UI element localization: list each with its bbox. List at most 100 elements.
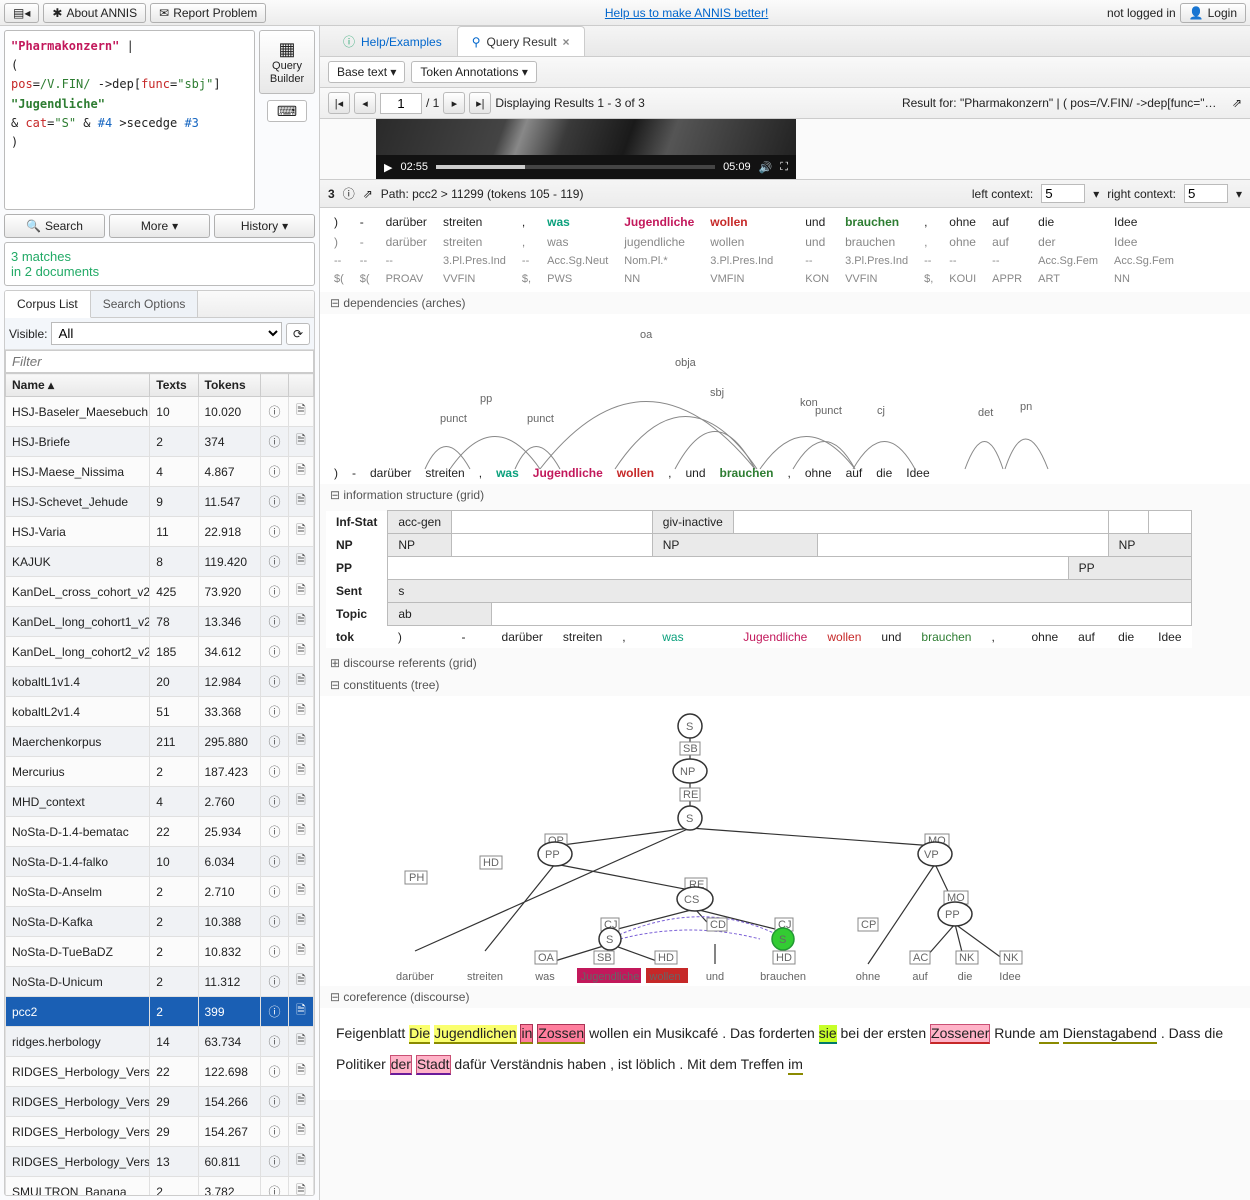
virtual-keyboard-button[interactable]: ⌨ bbox=[267, 100, 307, 122]
filter-input[interactable] bbox=[5, 350, 314, 373]
info-icon[interactable]: ⓘ bbox=[261, 1177, 289, 1196]
corpus-row[interactable]: SMULTRON_Banana23.782ⓘ🗎 bbox=[6, 1177, 314, 1196]
corpus-row[interactable]: NoSta-D-TueBaDZ210.832ⓘ🗎 bbox=[6, 937, 314, 967]
share-result-icon[interactable]: ⇗ bbox=[1232, 96, 1242, 110]
col-tokens[interactable]: Tokens bbox=[198, 374, 261, 397]
document-icon[interactable]: 🗎 bbox=[288, 877, 313, 907]
info-icon[interactable]: ⓘ bbox=[261, 877, 289, 907]
document-icon[interactable]: 🗎 bbox=[288, 1087, 313, 1117]
document-icon[interactable]: 🗎 bbox=[288, 637, 313, 667]
corpus-row[interactable]: RIDGES_Herbology_Version6.01360.811ⓘ🗎 bbox=[6, 1147, 314, 1177]
corpus-row[interactable]: NoSta-D-1.4-falko106.034ⓘ🗎 bbox=[6, 847, 314, 877]
play-icon[interactable]: ▶ bbox=[384, 161, 392, 174]
info-icon[interactable]: ⓘ bbox=[261, 727, 289, 757]
col-texts[interactable]: Texts bbox=[150, 374, 198, 397]
document-icon[interactable]: 🗎 bbox=[288, 907, 313, 937]
info-icon[interactable]: ⓘ bbox=[343, 185, 355, 202]
info-icon[interactable]: ⓘ bbox=[261, 637, 289, 667]
info-icon[interactable]: ⓘ bbox=[261, 487, 289, 517]
video-progress[interactable] bbox=[436, 165, 715, 169]
info-icon[interactable]: ⓘ bbox=[261, 427, 289, 457]
tab-help[interactable]: ⓘHelp/Examples bbox=[328, 26, 457, 56]
pager-next[interactable]: ▸ bbox=[443, 92, 465, 114]
section-discourse-referents[interactable]: discourse referents (grid) bbox=[320, 652, 1250, 674]
volume-icon[interactable]: 🔊 bbox=[759, 161, 773, 174]
corpus-row[interactable]: pcc22399ⓘ🗎 bbox=[6, 997, 314, 1027]
caret-down-icon[interactable]: ▾ bbox=[1236, 187, 1242, 201]
search-button[interactable]: 🔍Search bbox=[4, 214, 105, 238]
info-icon[interactable]: ⓘ bbox=[261, 847, 289, 877]
document-icon[interactable]: 🗎 bbox=[288, 967, 313, 997]
more-button[interactable]: More▾ bbox=[109, 214, 210, 238]
info-icon[interactable]: ⓘ bbox=[261, 607, 289, 637]
document-icon[interactable]: 🗎 bbox=[288, 817, 313, 847]
document-icon[interactable]: 🗎 bbox=[288, 697, 313, 727]
info-icon[interactable]: ⓘ bbox=[261, 397, 289, 427]
pager-first[interactable]: |◂ bbox=[328, 92, 350, 114]
info-icon[interactable]: ⓘ bbox=[261, 577, 289, 607]
corpus-row[interactable]: ridges.herbology1463.734ⓘ🗎 bbox=[6, 1027, 314, 1057]
info-icon[interactable]: ⓘ bbox=[261, 1147, 289, 1177]
info-icon[interactable]: ⓘ bbox=[261, 967, 289, 997]
corpus-row[interactable]: KAJUK8119.420ⓘ🗎 bbox=[6, 547, 314, 577]
corpus-row[interactable]: NoSta-D-Kafka210.388ⓘ🗎 bbox=[6, 907, 314, 937]
corpus-row[interactable]: KanDeL_long_cohort1_v2015.05.187813.346ⓘ… bbox=[6, 607, 314, 637]
pager-last[interactable]: ▸| bbox=[469, 92, 491, 114]
visible-select[interactable]: All bbox=[51, 322, 282, 345]
document-icon[interactable]: 🗎 bbox=[288, 787, 313, 817]
help-link[interactable]: Help us to make ANNIS better! bbox=[605, 6, 768, 20]
info-icon[interactable]: ⓘ bbox=[261, 1087, 289, 1117]
info-icon[interactable]: ⓘ bbox=[261, 667, 289, 697]
document-icon[interactable]: 🗎 bbox=[288, 397, 313, 427]
sidebar-toggle[interactable]: ▤◂ bbox=[4, 3, 39, 23]
info-icon[interactable]: ⓘ bbox=[261, 787, 289, 817]
base-text-dropdown[interactable]: Base text ▾ bbox=[328, 61, 405, 83]
corpus-row[interactable]: KanDeL_long_cohort2_v2015.06.0218534.612… bbox=[6, 637, 314, 667]
document-icon[interactable]: 🗎 bbox=[288, 577, 313, 607]
report-problem-button[interactable]: ✉Report Problem bbox=[150, 3, 266, 23]
caret-down-icon[interactable]: ▾ bbox=[1093, 187, 1099, 201]
document-icon[interactable]: 🗎 bbox=[288, 937, 313, 967]
corpus-row[interactable]: HSJ-Varia1122.918ⓘ🗎 bbox=[6, 517, 314, 547]
left-context-input[interactable] bbox=[1041, 184, 1085, 203]
fullscreen-icon[interactable]: ⛶ bbox=[780, 161, 788, 174]
info-icon[interactable]: ⓘ bbox=[261, 457, 289, 487]
pager-prev[interactable]: ◂ bbox=[354, 92, 376, 114]
info-icon[interactable]: ⓘ bbox=[261, 937, 289, 967]
info-icon[interactable]: ⓘ bbox=[261, 907, 289, 937]
corpus-row[interactable]: MHD_context42.760ⓘ🗎 bbox=[6, 787, 314, 817]
section-dependencies[interactable]: dependencies (arches) bbox=[320, 292, 1250, 314]
about-button[interactable]: ✱About ANNIS bbox=[43, 3, 146, 23]
info-icon[interactable]: ⓘ bbox=[261, 817, 289, 847]
tab-search-options[interactable]: Search Options bbox=[91, 291, 199, 317]
document-icon[interactable]: 🗎 bbox=[288, 1057, 313, 1087]
document-icon[interactable]: 🗎 bbox=[288, 427, 313, 457]
token-anno-dropdown[interactable]: Token Annotations ▾ bbox=[411, 61, 536, 83]
info-icon[interactable]: ⓘ bbox=[261, 697, 289, 727]
corpus-row[interactable]: HSJ-Maese_Nissima44.867ⓘ🗎 bbox=[6, 457, 314, 487]
document-icon[interactable]: 🗎 bbox=[288, 607, 313, 637]
corpus-row[interactable]: kobaltL1v1.42012.984ⓘ🗎 bbox=[6, 667, 314, 697]
info-icon[interactable]: ⓘ bbox=[261, 547, 289, 577]
col-name[interactable]: Name ▴ bbox=[6, 374, 150, 397]
info-icon[interactable]: ⓘ bbox=[261, 517, 289, 547]
corpus-row[interactable]: NoSta-D-Unicum211.312ⓘ🗎 bbox=[6, 967, 314, 997]
document-icon[interactable]: 🗎 bbox=[288, 727, 313, 757]
right-context-input[interactable] bbox=[1184, 184, 1228, 203]
corpus-row[interactable]: RIDGES_Herbology_Version4.129154.266ⓘ🗎 bbox=[6, 1087, 314, 1117]
document-icon[interactable]: 🗎 bbox=[288, 517, 313, 547]
document-icon[interactable]: 🗎 bbox=[288, 1177, 313, 1196]
corpus-row[interactable]: RIDGES_Herbology_Version4.022122.698ⓘ🗎 bbox=[6, 1057, 314, 1087]
document-icon[interactable]: 🗎 bbox=[288, 487, 313, 517]
query-editor[interactable]: "Pharmakonzern" | ( pos=/V.FIN/ ->dep[fu… bbox=[4, 30, 255, 210]
section-constituents[interactable]: constituents (tree) bbox=[320, 674, 1250, 696]
document-icon[interactable]: 🗎 bbox=[288, 547, 313, 577]
info-icon[interactable]: ⓘ bbox=[261, 757, 289, 787]
corpus-row[interactable]: HSJ-Baseler_Maesebuch1010.020ⓘ🗎 bbox=[6, 397, 314, 427]
document-icon[interactable]: 🗎 bbox=[288, 457, 313, 487]
login-button[interactable]: 👤Login bbox=[1180, 3, 1246, 23]
document-icon[interactable]: 🗎 bbox=[288, 1147, 313, 1177]
corpus-row[interactable]: NoSta-D-1.4-bematac2225.934ⓘ🗎 bbox=[6, 817, 314, 847]
document-icon[interactable]: 🗎 bbox=[288, 847, 313, 877]
tab-corpus-list[interactable]: Corpus List bbox=[5, 291, 91, 318]
